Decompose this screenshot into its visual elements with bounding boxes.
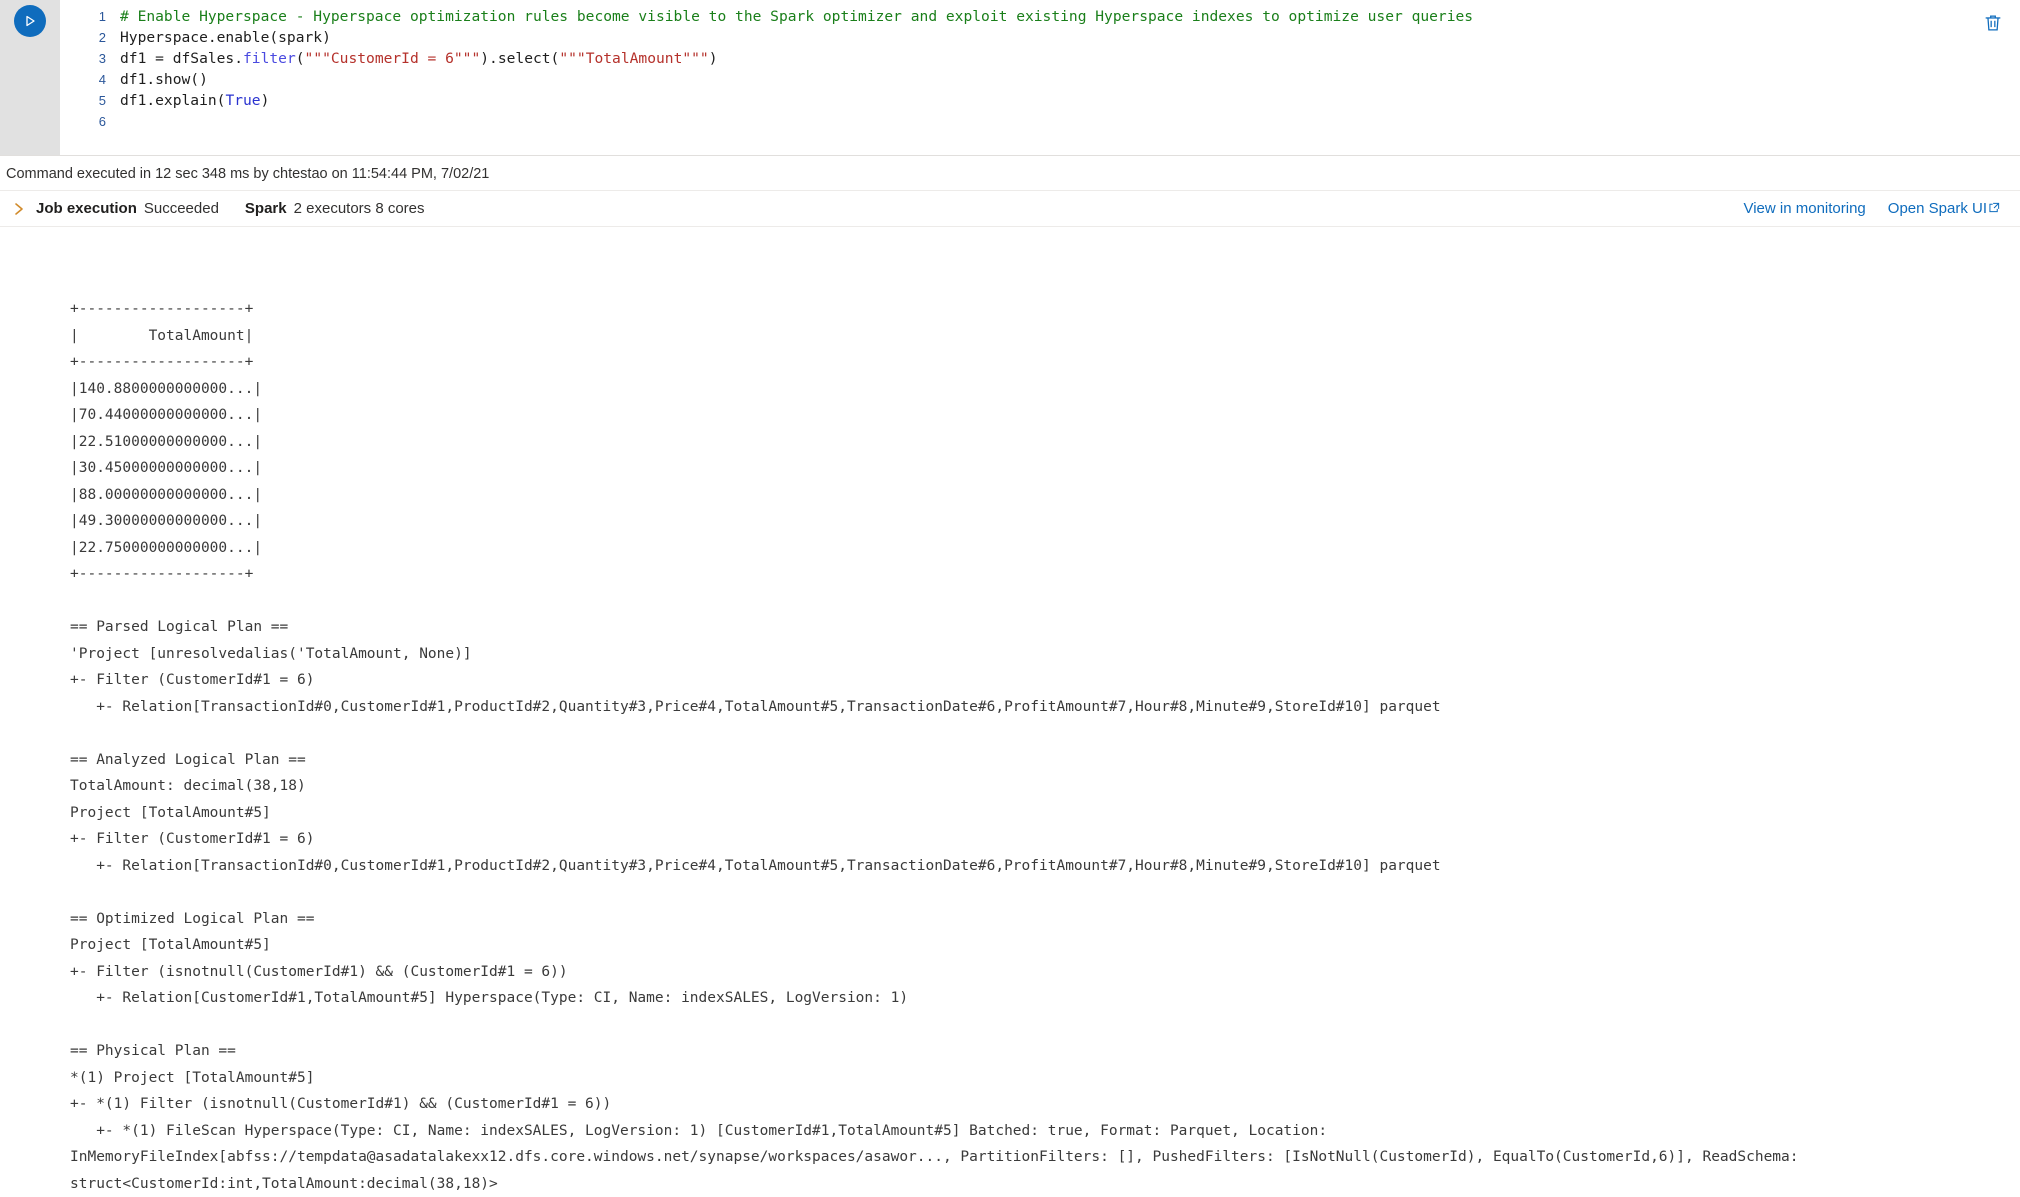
cell-run-gutter [0, 0, 60, 155]
code-line-text: Hyperspace.enable(spark) [120, 27, 331, 48]
line-number: 3 [98, 51, 106, 66]
output-line: +- *(1) Filter (isnotnull(CustomerId#1) … [70, 1096, 612, 1112]
job-execution-label: Job execution [36, 200, 137, 217]
job-execution-status: Succeeded [143, 200, 219, 217]
code-token: ) [708, 50, 718, 67]
output-blank-line [70, 1012, 2020, 1039]
code-line[interactable]: 2 Hyperspace.enable(spark) [60, 27, 2020, 48]
output-line: +- Relation[TransactionId#0,CustomerId#1… [70, 698, 1441, 715]
code-token: """TotalAmount""" [559, 50, 709, 67]
line-number: 2 [98, 30, 106, 45]
delete-cell-icon[interactable] [1982, 12, 2004, 34]
line-number: 5 [98, 93, 106, 108]
output-line: |30.45000000000000...| [70, 460, 263, 476]
spark-label: Spark [244, 200, 287, 217]
output-line: Project [TotalAmount#5] [70, 937, 271, 953]
code-token: ( [295, 50, 305, 67]
code-line[interactable]: 5 df1.explain(True) [60, 90, 2020, 111]
code-token: """CustomerId = 6""" [304, 50, 481, 67]
output-line: +- Filter (CustomerId#1 = 6) [70, 672, 315, 688]
output-line: +- Relation[CustomerId#1,TotalAmount#5] … [70, 990, 909, 1006]
code-line[interactable]: 6 [60, 111, 2020, 132]
code-line-text: # Enable Hyperspace - Hyperspace optimiz… [120, 6, 1473, 27]
view-in-monitoring-label: View in monitoring [1743, 200, 1866, 217]
output-line: |22.51000000000000...| [70, 433, 263, 450]
code-token: True [225, 92, 261, 109]
code-line[interactable]: 3 df1 = dfSales.filter("""CustomerId = 6"… [60, 48, 2020, 69]
code-token: # Enable Hyperspace - Hyperspace optimiz… [120, 8, 1474, 25]
line-number: 6 [98, 114, 106, 129]
output-blank-line [70, 588, 2020, 615]
output-blank-line [70, 720, 2020, 747]
output-blank-line [70, 879, 2020, 906]
line-number: 1 [98, 9, 106, 24]
output-wrapped-tail: InMemoryFileIndex[abfss://tempdata@asada… [70, 1149, 1799, 1192]
output-line: TotalAmount: decimal(38,18) [70, 778, 306, 794]
code-token: ) [260, 92, 270, 109]
output-line: == Optimized Logical Plan == [70, 910, 315, 927]
output-line: +- *(1) FileScan Hyperspace(Type: CI, Na… [70, 1122, 1328, 1139]
output-line: +-------------------+ [70, 566, 254, 582]
output-line: |70.44000000000000...| [70, 407, 263, 423]
cell-output: +-------------------+ | TotalAmount| +----… [0, 227, 2020, 1197]
line-number: 4 [98, 72, 106, 87]
output-line: Project [TotalAmount#5] [70, 804, 271, 821]
code-token: df1.show() [120, 71, 208, 88]
output-line: *(1) Project [TotalAmount#5] [70, 1069, 315, 1086]
output-line: +- Filter (isnotnull(CustomerId#1) && (C… [70, 963, 568, 980]
output-line: +-------------------+ [70, 354, 254, 370]
output-line: | TotalAmount| [70, 327, 254, 344]
output-line: +-------------------+ [70, 301, 254, 317]
output-line: == Analyzed Logical Plan == [70, 751, 306, 768]
output-line: == Physical Plan == [70, 1043, 236, 1059]
output-line: +- Relation[TransactionId#0,CustomerId#1… [70, 857, 1441, 874]
run-cell-button[interactable] [15, 6, 45, 36]
code-line-text: df1.show() [120, 69, 208, 90]
view-in-monitoring-link[interactable]: View in monitoring [1743, 200, 1865, 217]
spark-resources: 2 executors 8 cores [293, 200, 425, 217]
job-execution-row: Job execution Succeeded Spark 2 executor… [0, 191, 2020, 227]
code-token: filter [243, 50, 296, 67]
command-status-text: Command executed in 12 sec 348 ms by cht… [0, 156, 2020, 191]
code-line[interactable]: 4 df1.show() [60, 69, 2020, 90]
code-token: df1.explain( [120, 92, 226, 109]
open-spark-ui-label: Open Spark UI [1887, 200, 1987, 217]
open-spark-ui-link[interactable]: Open Spark UI [1888, 200, 2000, 217]
output-line: |88.00000000000000...| [70, 486, 263, 503]
output-line: |140.8800000000000...| [70, 380, 263, 397]
external-link-icon [1989, 202, 2000, 215]
job-links: View in monitoring Open Spark UI [1743, 200, 2000, 217]
code-editor[interactable]: 1 # Enable Hyperspace - Hyperspace optimi… [60, 0, 2020, 155]
output-line: |49.30000000000000...| [70, 513, 263, 529]
chevron-right-icon[interactable] [10, 202, 28, 216]
output-line: +- Filter (CustomerId#1 = 6) [70, 831, 315, 847]
code-token: ).select( [480, 50, 560, 67]
code-token: Hyperspace.enable(spark) [120, 29, 331, 46]
code-token: df1 = dfSales. [120, 50, 244, 67]
code-line-text: df1 = dfSales.filter("""CustomerId = 6""… [120, 48, 718, 69]
output-line: == Parsed Logical Plan == [70, 619, 289, 635]
play-icon [26, 15, 35, 27]
code-line-text: df1.explain(True) [120, 90, 269, 111]
output-line: 'Project [unresolvedalias('TotalAmount, … [70, 645, 472, 662]
output-line: |22.75000000000000...| [70, 539, 263, 556]
code-line[interactable]: 1 # Enable Hyperspace - Hyperspace optimi… [60, 6, 2020, 27]
notebook-code-cell[interactable]: 1 # Enable Hyperspace - Hyperspace optimi… [0, 0, 2020, 156]
